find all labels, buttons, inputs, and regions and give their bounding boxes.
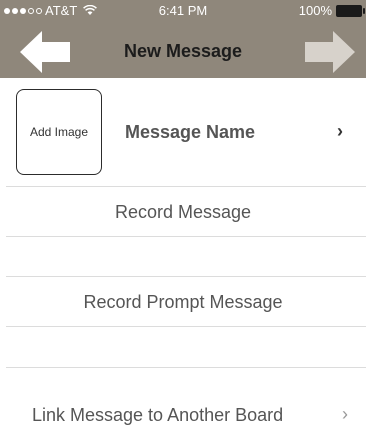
chevron-right-icon: › <box>342 404 348 424</box>
divider <box>6 326 366 327</box>
battery-status: 100% <box>298 3 365 18</box>
divider <box>6 236 366 237</box>
record-message-button[interactable]: Record Message <box>0 202 366 223</box>
battery-icon <box>336 4 365 17</box>
top-bar: AT&T 6:41 PM 100% New Message <box>0 0 366 78</box>
battery-percent: 100% <box>298 3 332 18</box>
link-message-to-board-button[interactable]: Link Message to Another Board <box>32 405 283 426</box>
chevron-right-icon: › <box>337 121 343 141</box>
nav-bar: New Message <box>0 22 366 78</box>
divider <box>6 367 366 368</box>
add-image-button[interactable]: Add Image <box>16 89 102 175</box>
forward-arrow-icon[interactable] <box>305 31 355 73</box>
divider <box>6 186 366 187</box>
record-prompt-message-button[interactable]: Record Prompt Message <box>0 292 366 313</box>
message-name-label: Message Name <box>125 122 256 142</box>
status-bar: AT&T 6:41 PM 100% <box>0 0 366 20</box>
divider <box>6 276 366 277</box>
